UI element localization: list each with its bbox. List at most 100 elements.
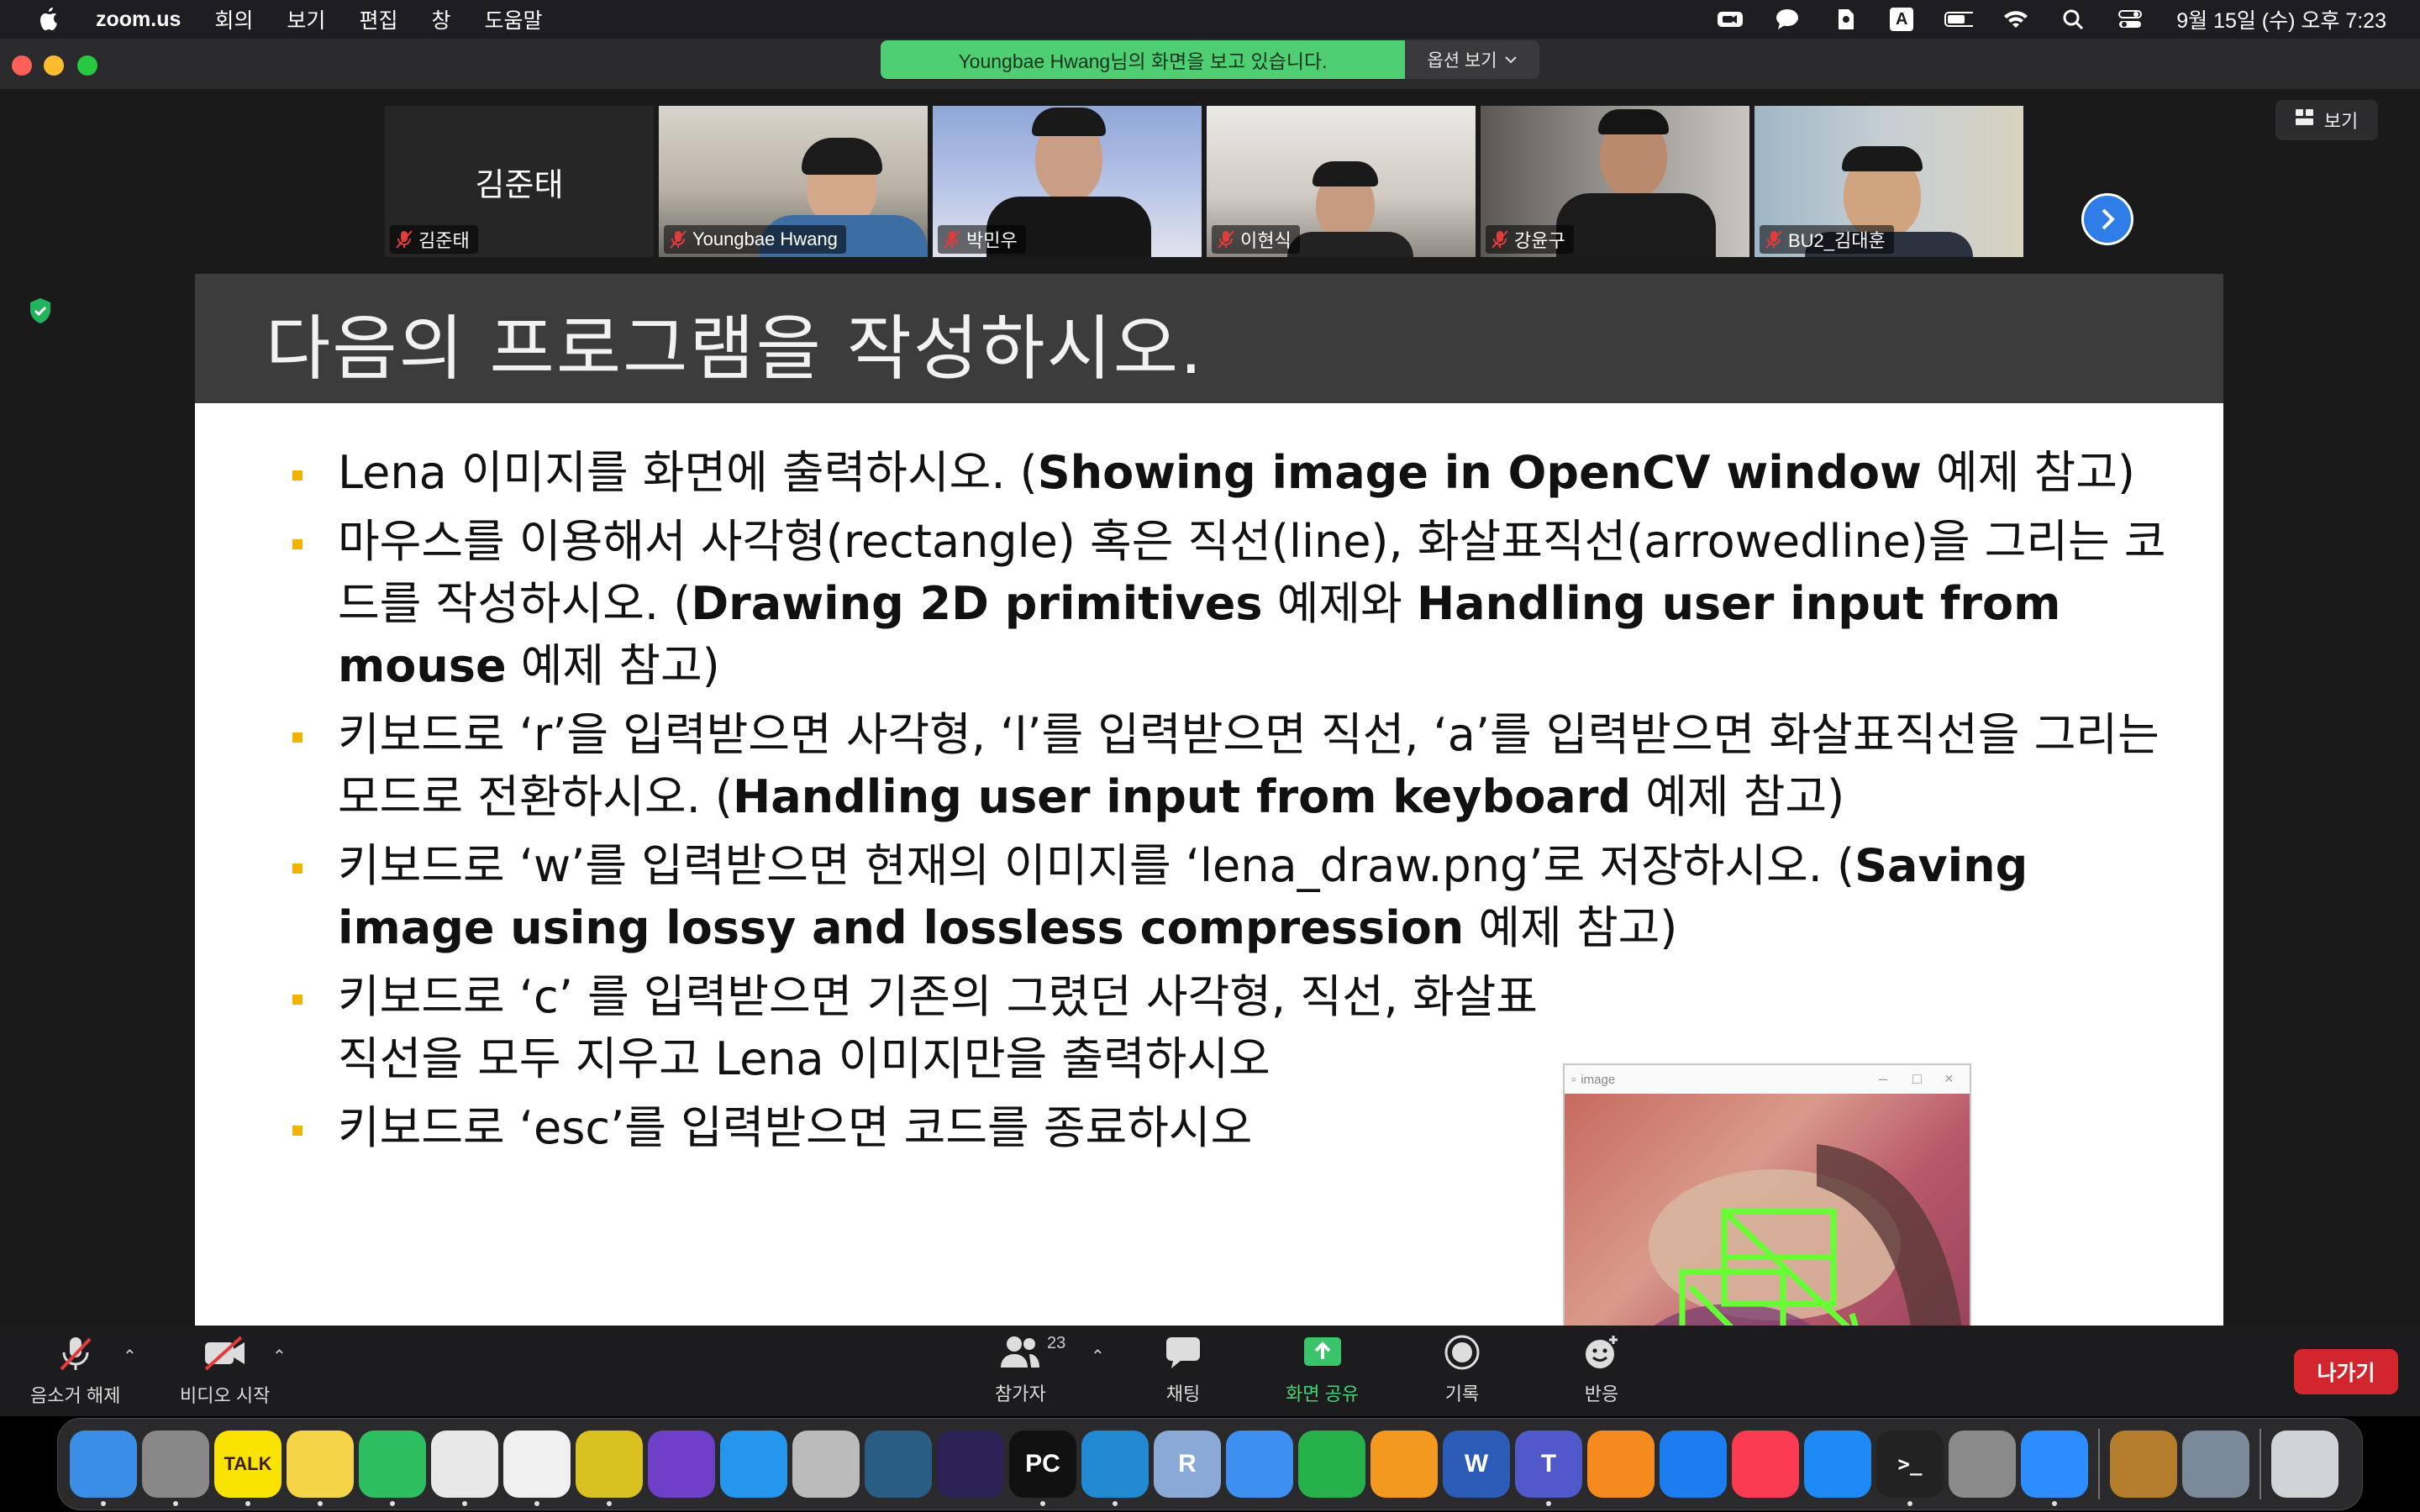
dock-preview-icon[interactable] [2182, 1431, 2249, 1498]
dock-beta-app-icon[interactable] [576, 1431, 643, 1506]
dock-garageband-icon[interactable] [1587, 1431, 1655, 1498]
reactions-button[interactable]: 반응 [1583, 1334, 1620, 1406]
fullscreen-window-button[interactable] [77, 55, 97, 76]
menubar-clock[interactable]: 9월 15일 (수) 오후 7:23 [2176, 4, 2386, 34]
dock-docker-icon[interactable] [720, 1431, 787, 1498]
menu-edit[interactable]: 편집 [359, 4, 397, 34]
participant-video-body [1287, 232, 1413, 257]
dock-hearthstone-icon[interactable] [2110, 1431, 2177, 1498]
video-options-chevron-icon[interactable]: ⌃ [272, 1346, 287, 1367]
control-center-icon[interactable] [2116, 8, 2144, 30]
dock-icon-glyph: T [1540, 1450, 1557, 1478]
bullet-tail: 예제 참고) [1464, 901, 1678, 954]
mic-muted-icon [1491, 230, 1508, 249]
apple-menu-icon[interactable] [37, 5, 62, 34]
bullet-tail: 예제 참고) [506, 639, 720, 692]
close-window-button[interactable] [12, 55, 32, 76]
dock-kakaotalk-icon[interactable]: TALK [214, 1431, 281, 1506]
record-button[interactable]: 기록 [1444, 1334, 1481, 1406]
dock-r-icon[interactable]: R [1154, 1431, 1221, 1498]
running-indicator [462, 1501, 467, 1506]
running-indicator [2052, 1501, 2057, 1506]
audio-options-chevron-icon[interactable]: ⌃ [123, 1346, 137, 1367]
view-options-label: 옵션 보기 [1427, 51, 1497, 71]
dock-numbers-icon[interactable] [1298, 1431, 1365, 1498]
share-screen-button[interactable]: 화면 공유 [1286, 1334, 1359, 1406]
menu-meeting[interactable]: 회의 [214, 4, 253, 34]
wifi-icon[interactable] [2002, 8, 2030, 30]
dock-chrome-icon[interactable] [431, 1431, 498, 1506]
gallery-view-button[interactable]: 보기 [2275, 100, 2378, 140]
participant-name: 박민우 [966, 230, 1018, 251]
dock-pages-icon[interactable] [1370, 1431, 1438, 1498]
zoom-camera-status-icon[interactable] [1716, 8, 1744, 30]
participants-button[interactable]: 참가자 [995, 1334, 1046, 1406]
dock-evernote-icon[interactable] [359, 1431, 426, 1506]
minimize-icon: – [1879, 1070, 1888, 1087]
encryption-shield-icon[interactable] [24, 294, 57, 328]
leave-meeting-button[interactable]: 나가기 [2294, 1349, 2398, 1394]
dock-eclipse-icon[interactable] [937, 1431, 1004, 1498]
dock-xcode-icon[interactable] [1660, 1431, 1727, 1498]
participant-tile[interactable]: 강윤구 [1481, 106, 1749, 257]
start-video-button[interactable]: 비디오 시작 [180, 1334, 270, 1408]
menu-window[interactable]: 창 [431, 4, 450, 34]
mic-muted-icon [60, 1337, 92, 1371]
unmute-label: 음소거 해제 [30, 1385, 121, 1406]
bullet-mid: 예제와 [1262, 577, 1417, 630]
dock-separator [2098, 1429, 2100, 1499]
maximize-icon: □ [1912, 1070, 1922, 1087]
view-button-label: 보기 [2323, 111, 2359, 132]
dock-photos-icon[interactable] [503, 1431, 571, 1506]
window-app-icon: ▫ [1571, 1072, 1576, 1087]
chat-icon [1166, 1337, 1200, 1368]
participant-video-hair [1842, 146, 1923, 171]
battery-icon[interactable] [1944, 8, 1974, 30]
participant-tile[interactable]: BU2_김대훈 [1754, 106, 2023, 257]
dock-trash-icon[interactable] [2271, 1431, 2338, 1498]
dock-teams-icon[interactable]: T [1515, 1431, 1582, 1506]
dock-mysql-workbench-icon[interactable] [865, 1431, 932, 1498]
dock-pycharm-icon[interactable]: PC [1009, 1431, 1076, 1506]
dock-finder-icon[interactable] [70, 1431, 137, 1506]
view-options-button[interactable]: 옵션 보기 [1405, 40, 1539, 79]
app-menu-zoom[interactable]: zoom.us [96, 8, 181, 32]
dock-word-icon[interactable]: W [1443, 1431, 1510, 1498]
unmute-button[interactable]: 음소거 해제 [30, 1334, 120, 1408]
dock-app-store-icon[interactable] [1804, 1431, 1871, 1498]
dock-terminal-icon[interactable]: >_ [1876, 1431, 1944, 1506]
window-titlebar: Youngbae Hwang님의 화면을 보고 있습니다. 옵션 보기 [0, 39, 2420, 89]
dock-icon-glyph: >_ [1897, 1452, 1923, 1476]
dock-vs-code-icon[interactable] [1081, 1431, 1149, 1506]
participant-name: BU2_김대훈 [1788, 230, 1886, 251]
participant-tile[interactable]: 김준태 김준태 [385, 106, 654, 257]
next-participants-button[interactable] [2081, 193, 2133, 245]
participants-options-chevron-icon[interactable]: ⌃ [1091, 1346, 1105, 1367]
dock-system-preferences-icon[interactable] [1949, 1431, 2016, 1498]
slide-bullet: 마우스를 이용해서 사각형(rectangle) 혹은 직선(line), 화살… [266, 511, 2181, 697]
menu-bar: zoom.us 회의 보기 편집 창 도움말 A 9월 15일 (수) 오후 7… [0, 0, 2420, 39]
dock-launchpad-icon[interactable] [142, 1431, 209, 1506]
dock-notes-icon[interactable] [287, 1431, 354, 1506]
dock-zoom-icon[interactable] [2021, 1431, 2088, 1506]
minimize-window-button[interactable] [44, 55, 64, 76]
input-source-label: A [1890, 8, 1914, 31]
participant-tile-active-speaker[interactable]: 박민우 [933, 106, 1202, 257]
dock-keynote-icon[interactable] [1226, 1431, 1293, 1498]
dock-database-icon[interactable] [792, 1431, 860, 1498]
reactions-label: 반응 [1584, 1383, 1619, 1404]
participant-tile[interactable]: Youngbae Hwang [659, 106, 928, 257]
input-source-icon[interactable]: A [1887, 8, 1916, 31]
chat-button[interactable]: 채팅 [1165, 1334, 1202, 1406]
menu-help[interactable]: 도움말 [484, 4, 542, 34]
dock-music-icon[interactable] [1732, 1431, 1799, 1498]
bullet-bold-text: Drawing 2D primitives [691, 577, 1263, 630]
evernote-icon[interactable] [1830, 8, 1859, 30]
spotlight-search-icon[interactable] [2059, 8, 2087, 30]
dock-github-desktop-icon[interactable] [648, 1431, 715, 1498]
dock-icon-glyph: TALK [224, 1453, 272, 1474]
participant-video-body [1556, 193, 1716, 257]
chat-bubble-icon[interactable] [1773, 8, 1802, 30]
participant-tile[interactable]: 이현식 [1207, 106, 1476, 257]
menu-view[interactable]: 보기 [287, 4, 325, 34]
